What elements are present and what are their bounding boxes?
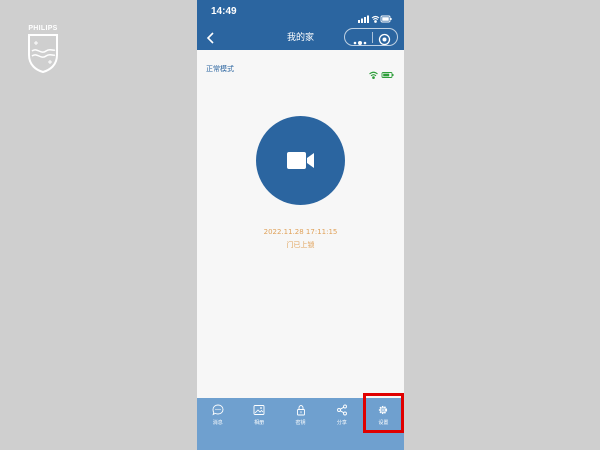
tab-keys[interactable]: 密钥 (280, 398, 321, 450)
brand-name: PHILIPS (28, 25, 58, 32)
close-button[interactable] (378, 31, 391, 50)
battery-icon (381, 72, 394, 78)
signal-icon (358, 15, 369, 23)
video-camera-icon (287, 152, 314, 169)
more-dots-icon (353, 41, 367, 45)
video-call-button[interactable] (256, 116, 345, 205)
status-time: 14:49 (211, 6, 237, 17)
event-timestamp: 2022.11.28 17:11:15 (263, 228, 338, 236)
tab-messages[interactable]: 消息 (197, 398, 238, 450)
connection-status (369, 64, 395, 83)
target-close-icon (378, 33, 391, 46)
tab-album[interactable]: 相册 (238, 398, 279, 450)
message-icon (212, 404, 224, 416)
phone-screen: 14:49 我的家 正常模式 2022.11.28 17:11:15 门已上锁 … (197, 0, 404, 450)
battery-icon (380, 15, 392, 23)
highlight-annotation (363, 393, 404, 433)
status-icons (358, 8, 392, 27)
mode-label: 正常模式 (206, 65, 234, 73)
image-icon (253, 405, 265, 415)
tab-share[interactable]: 分享 (321, 398, 362, 450)
more-button[interactable] (352, 33, 368, 52)
philips-shield-icon (28, 34, 58, 73)
tab-label: 相册 (254, 420, 265, 426)
wifi-icon (369, 71, 378, 79)
mini-program-capsule (344, 28, 398, 46)
tab-label: 密钥 (295, 420, 306, 426)
lock-icon (296, 405, 305, 416)
event-description: 门已上锁 (286, 241, 315, 249)
capsule-divider (372, 32, 373, 43)
philips-logo: PHILIPS (26, 25, 60, 73)
app-header: 14:49 我的家 (197, 0, 404, 50)
wifi-icon (371, 15, 380, 23)
tab-label: 消息 (212, 420, 223, 426)
tab-label: 分享 (336, 420, 347, 426)
share-icon (336, 404, 347, 416)
